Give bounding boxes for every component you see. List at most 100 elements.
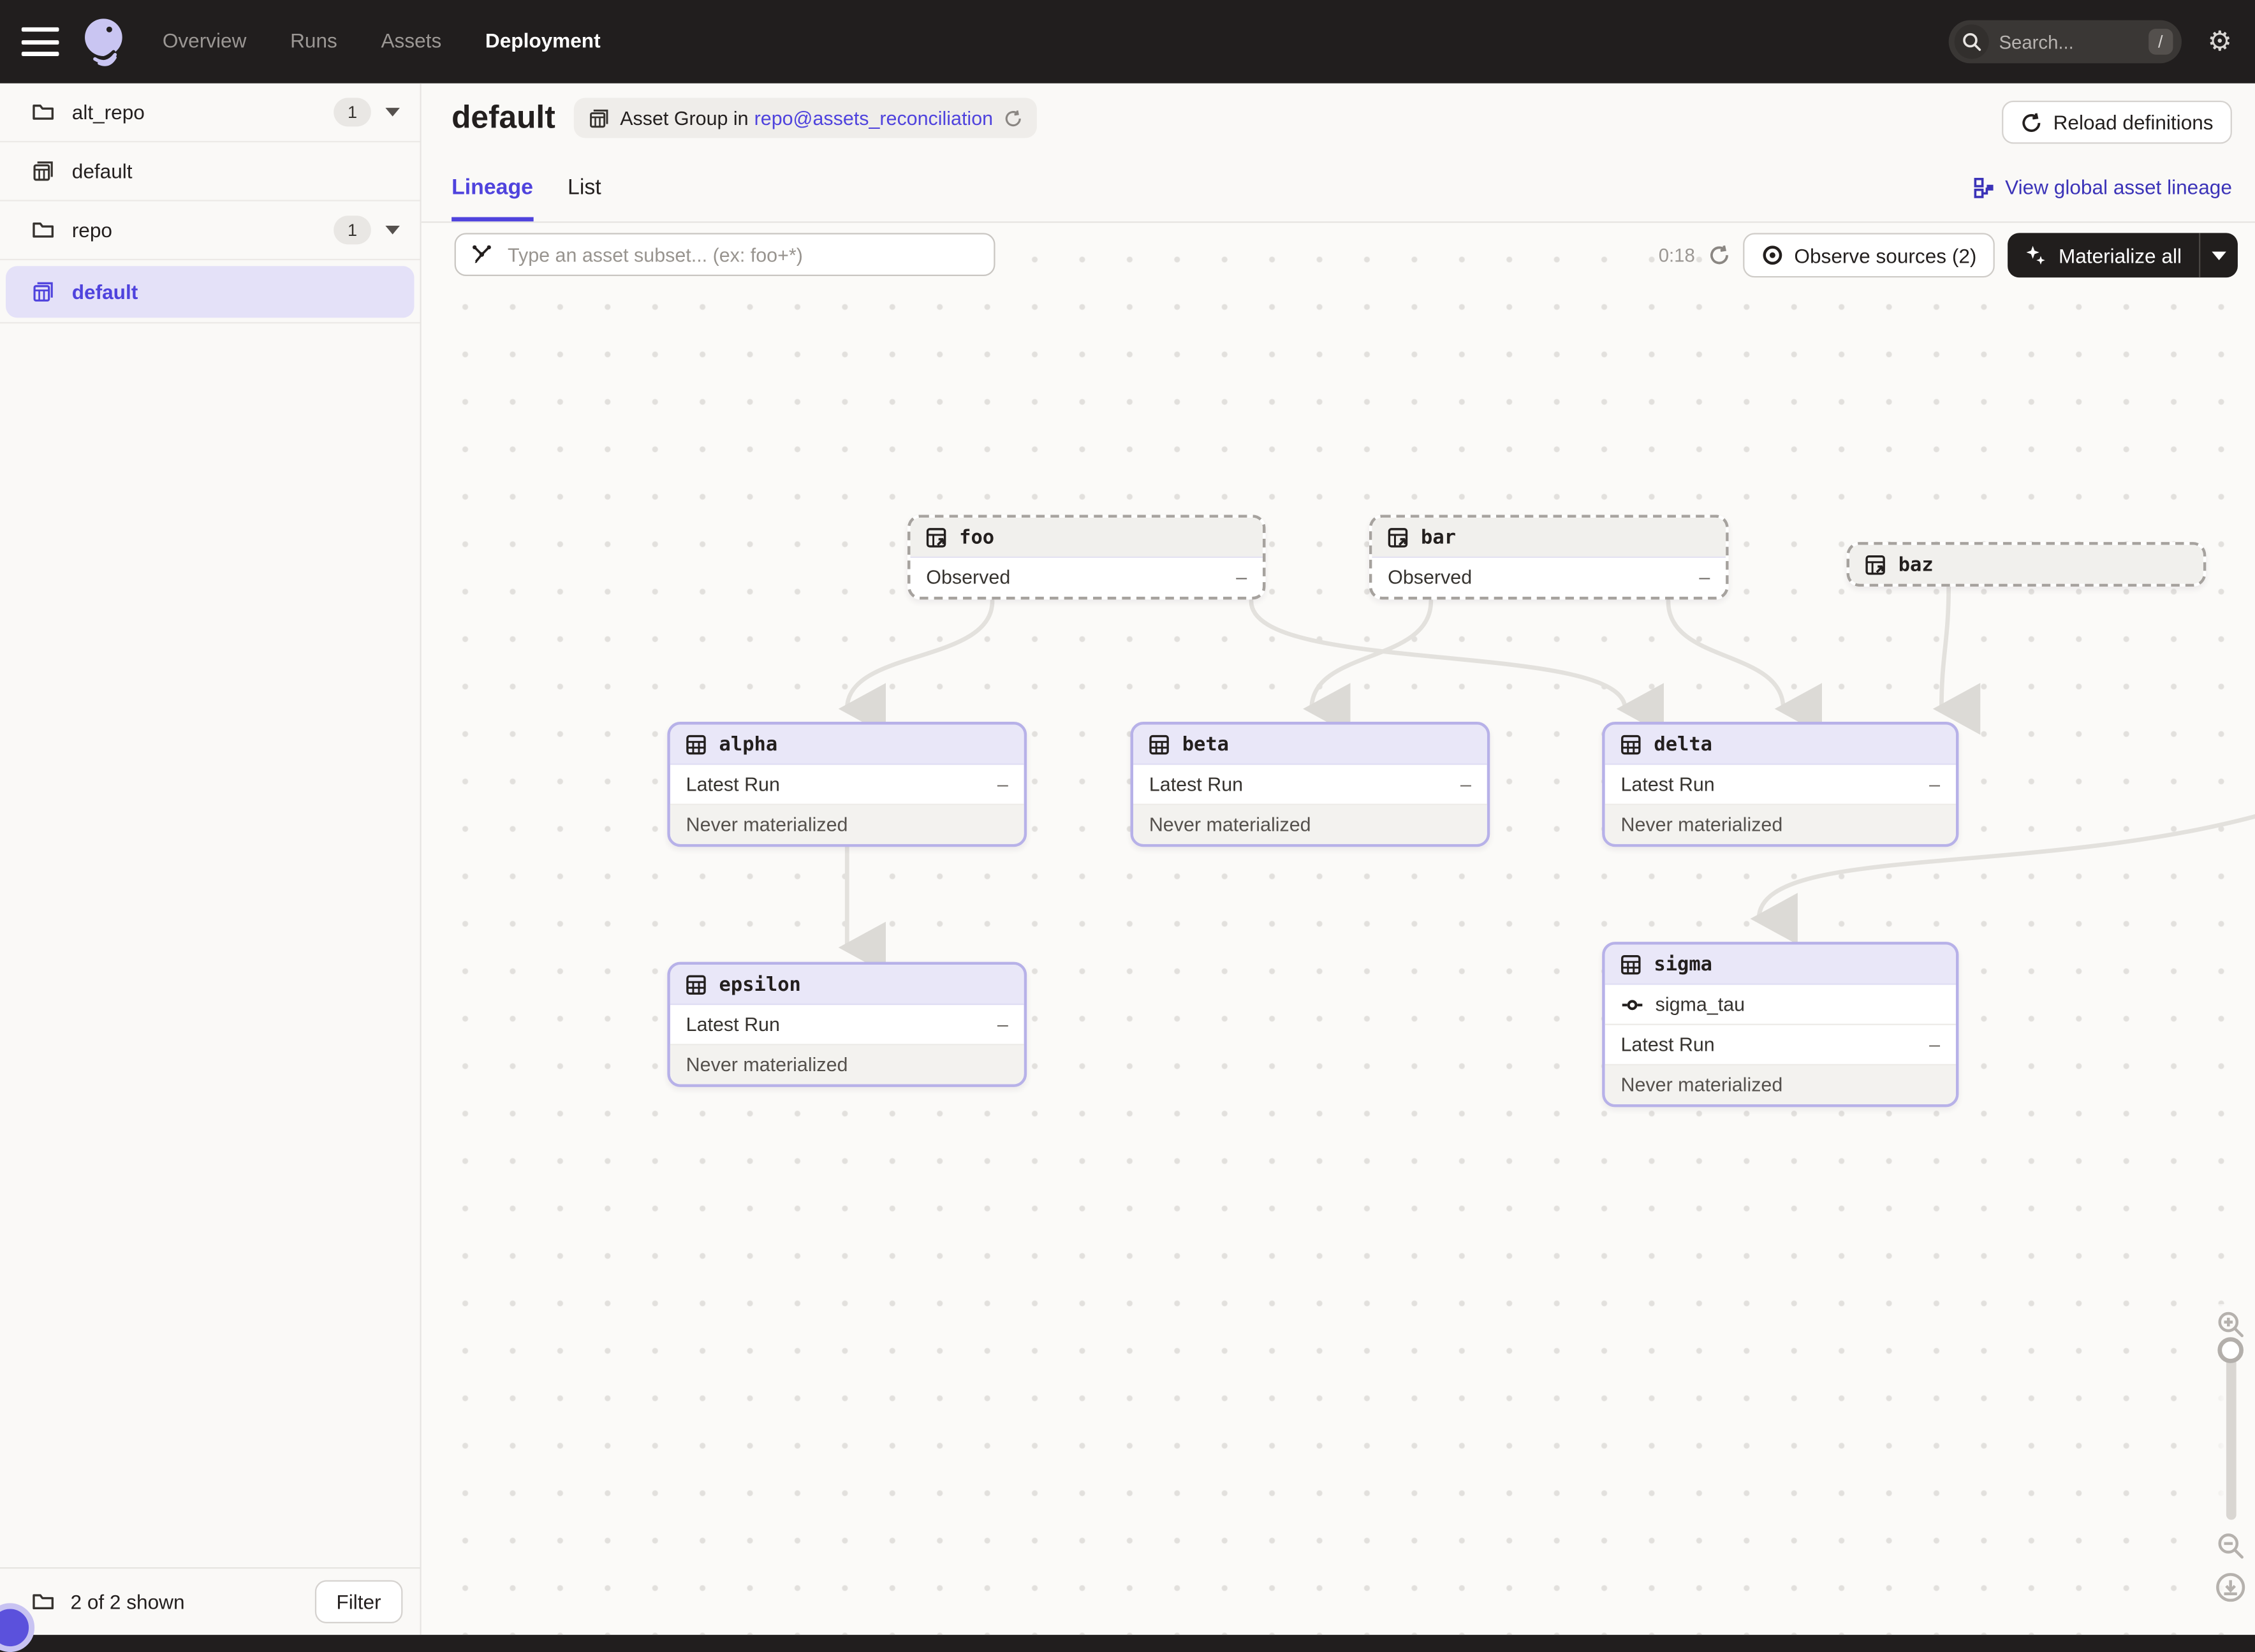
sidebar-footer: 2 of 2 shown Filter: [0, 1567, 420, 1635]
zoom-in-icon[interactable]: [2216, 1310, 2245, 1338]
op-selector-icon: [470, 243, 493, 266]
source-asset-icon: [1386, 525, 1409, 548]
folder-icon: [32, 219, 55, 242]
latest-run-label: Latest Run: [1149, 773, 1243, 795]
settings-gear-icon[interactable]: ⚙: [2207, 28, 2231, 55]
zoom-out-icon[interactable]: [2216, 1531, 2245, 1560]
top-nav: Overview Runs Assets Deployment Search..…: [0, 0, 2255, 84]
repo-count-badge: 1: [334, 216, 371, 244]
lineage-edges: [422, 223, 2255, 1635]
edge-baz-delta: [1941, 585, 1948, 709]
materialization-status: Never materialized: [670, 1045, 1024, 1084]
chevron-down-icon[interactable]: [385, 226, 400, 235]
folder-icon: [32, 101, 55, 124]
sidebar-item-alt-repo[interactable]: alt_repo 1: [0, 84, 420, 142]
lineage-graph-icon: [1974, 176, 1995, 198]
search-shortcut-key: /: [2148, 29, 2173, 55]
asset-node-sigma[interactable]: sigma sigma_tau Latest Run– Never materi…: [1602, 942, 1958, 1107]
sidebar-item-default-altrepo[interactable]: default: [0, 142, 420, 201]
lineage-canvas[interactable]: 0:18 Observe sources (2) Materializ: [422, 223, 2255, 1635]
latest-run-label: Latest Run: [686, 773, 780, 795]
asset-subset-filter[interactable]: [455, 233, 995, 276]
source-asset-icon: [1864, 553, 1887, 576]
asset-group-icon: [32, 159, 55, 182]
zoom-slider-handle[interactable]: [2217, 1337, 2243, 1363]
chevron-down-icon[interactable]: [385, 108, 400, 117]
repo-location-link[interactable]: repo@assets_reconciliation: [754, 107, 993, 129]
asset-node-alpha[interactable]: alpha Latest Run– Never materialized: [667, 722, 1027, 847]
shown-count-label: 2 of 2 shown: [70, 1590, 314, 1613]
source-asset-icon: [925, 525, 948, 548]
search-icon: [1955, 24, 1989, 59]
nav-deployment[interactable]: Deployment: [485, 29, 601, 52]
materialization-status: Never materialized: [1605, 805, 1956, 844]
materialization-status: Never materialized: [670, 805, 1024, 844]
repo-count-badge: 1: [334, 98, 371, 126]
asset-table-icon: [1619, 733, 1642, 756]
refresh-icon[interactable]: [1708, 244, 1730, 266]
zoom-controls: [2206, 1304, 2255, 1609]
group-label-selected: default: [72, 280, 415, 303]
materialize-all-button[interactable]: Materialize all: [2008, 233, 2238, 277]
asset-table-icon: [1148, 733, 1171, 756]
repo-label: alt_repo: [72, 101, 334, 124]
tab-lineage[interactable]: Lineage: [452, 175, 533, 221]
observed-label: Observed: [1388, 567, 1472, 588]
observe-eye-icon: [1761, 244, 1783, 266]
edge-bar-delta: [1668, 601, 1783, 709]
search-placeholder: Search...: [1999, 31, 2148, 52]
materialize-options-dropdown[interactable]: [2199, 233, 2238, 277]
asset-table-icon: [1619, 953, 1642, 976]
asset-group-icon: [32, 280, 55, 303]
asset-group-icon: [589, 107, 610, 129]
nav-links: Overview Runs Assets Deployment: [163, 29, 638, 55]
sidebar-item-repo[interactable]: repo 1: [0, 201, 420, 260]
asset-table-icon: [684, 733, 707, 756]
view-global-asset-lineage-link[interactable]: View global asset lineage: [1974, 175, 2232, 198]
asset-node-bar[interactable]: bar Observed –: [1369, 515, 1729, 599]
latest-run-label: Latest Run: [1620, 1034, 1714, 1055]
fit-view-icon[interactable]: [2215, 1572, 2247, 1604]
page-header: default Asset Group in repo@assets_recon…: [422, 84, 2255, 223]
refresh-icon[interactable]: [1004, 108, 1023, 127]
materialization-status: Never materialized: [1605, 1065, 1956, 1104]
zoom-slider[interactable]: [2226, 1350, 2236, 1520]
latest-run-label: Latest Run: [1620, 773, 1714, 795]
menu-hamburger-icon[interactable]: [22, 27, 59, 56]
repo-label: repo: [72, 219, 334, 242]
materialization-status: Never materialized: [1133, 805, 1487, 844]
filter-button[interactable]: Filter: [315, 1580, 403, 1623]
asset-node-foo[interactable]: foo Observed –: [907, 515, 1266, 599]
sidebar: alt_repo 1 default repo 1 default: [0, 84, 422, 1635]
page-title: default: [452, 99, 555, 137]
dagster-logo-icon[interactable]: [77, 15, 131, 69]
asset-group-context-pill: Asset Group in repo@assets_reconciliatio…: [574, 98, 1038, 138]
search-input[interactable]: Search... /: [1949, 20, 2182, 64]
lineage-actions: 0:18 Observe sources (2) Materializ: [1659, 233, 2238, 277]
edge-foo-delta: [1251, 601, 1625, 709]
folder-icon: [32, 1590, 55, 1613]
asset-node-baz[interactable]: baz: [1847, 542, 2207, 587]
asset-check-row[interactable]: sigma_tau: [1605, 985, 1956, 1025]
sidebar-item-default-selected[interactable]: default: [0, 260, 420, 323]
sparkle-icon: [2025, 244, 2047, 266]
reload-icon: [2020, 112, 2042, 133]
observe-sources-button[interactable]: Observe sources (2): [1742, 233, 1995, 277]
asset-node-beta[interactable]: beta Latest Run– Never materialized: [1131, 722, 1490, 847]
asset-node-epsilon[interactable]: epsilon Latest Run– Never materialized: [667, 962, 1027, 1087]
latest-run-label: Latest Run: [686, 1014, 780, 1035]
app-window: Overview Runs Assets Deployment Search..…: [0, 0, 2255, 1635]
main-panel: default Asset Group in repo@assets_recon…: [422, 84, 2255, 1635]
edge-foo-alpha: [847, 601, 992, 709]
context-prefix: Asset Group in: [620, 107, 748, 129]
tab-list[interactable]: List: [568, 175, 601, 221]
reload-definitions-button[interactable]: Reload definitions: [2001, 101, 2231, 144]
nav-overview[interactable]: Overview: [163, 29, 247, 52]
asset-check-name: sigma_tau: [1656, 993, 1745, 1015]
asset-node-delta[interactable]: delta Latest Run– Never materialized: [1602, 722, 1958, 847]
nav-runs[interactable]: Runs: [290, 29, 337, 52]
asset-table-icon: [684, 973, 707, 996]
nav-assets[interactable]: Assets: [381, 29, 441, 52]
observed-label: Observed: [926, 567, 1010, 588]
asset-subset-input[interactable]: [505, 242, 980, 267]
